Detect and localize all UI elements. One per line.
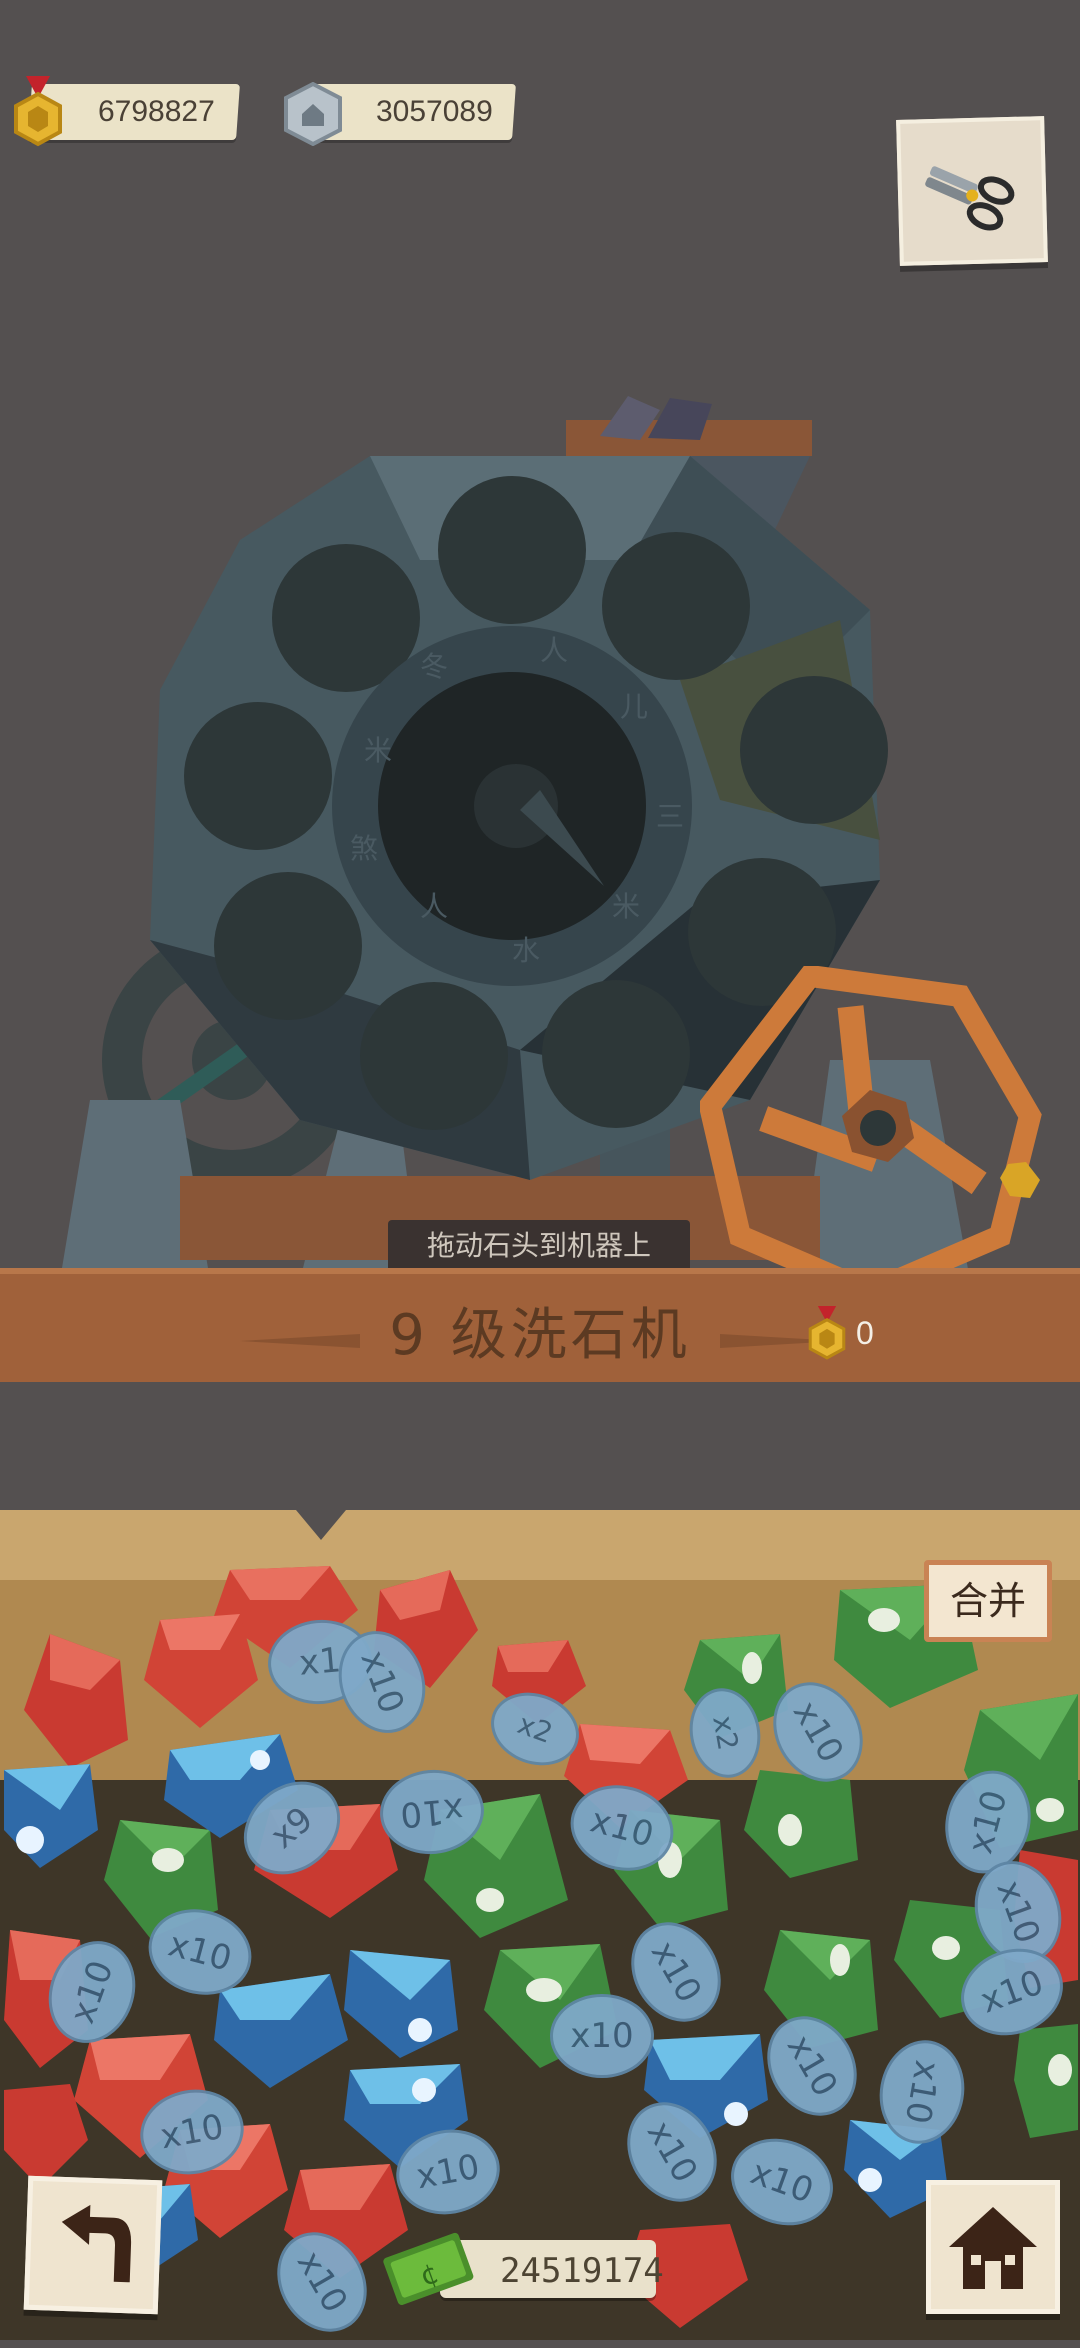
tool-button[interactable] [896,116,1048,266]
svg-text:人: 人 [540,634,568,667]
blue-gem[interactable] [340,1940,460,2060]
svg-text:人: 人 [420,890,448,923]
home-button[interactable] [926,2180,1060,2314]
drag-hint-label: 拖动石头到机器上 [388,1220,690,1272]
svg-text:米: 米 [612,890,640,923]
silver-coin-icon [284,82,342,146]
gold-medal-icon [808,1306,846,1360]
cash-icon: ¢ [383,2232,474,2305]
svg-text:煞: 煞 [350,832,378,865]
svg-text:儿: 儿 [620,690,648,723]
red-gem[interactable] [0,2080,90,2190]
money-amount: 24519174 [500,2251,664,2291]
gold-medal-icon [14,76,62,147]
gold-amount: 6798827 [98,95,215,128]
svg-text:三: 三 [656,800,684,833]
gem-multiplier-tag: x10 [550,1994,654,2078]
back-arrow-icon [61,2204,132,2283]
scissors-icon [925,166,1015,231]
home-icon [949,2207,1037,2289]
silver-amount: 3057089 [376,95,493,128]
valve-wheel-icon[interactable] [700,966,1060,1306]
machine-title: 9 级洗石机 [389,1303,691,1368]
reward-count: 0 [856,1315,874,1351]
crate-pointer [296,1510,346,1540]
blue-gem[interactable] [0,1760,100,1870]
red-gem[interactable] [140,1610,260,1730]
svg-text:冬: 冬 [420,650,448,683]
svg-text:米: 米 [364,734,392,767]
back-button[interactable] [23,2175,163,2315]
red-gem[interactable] [20,1630,130,1770]
merge-button[interactable]: 合并 [924,1560,1052,1642]
green-gem[interactable] [1010,2020,1080,2140]
svg-text:水: 水 [512,934,540,967]
